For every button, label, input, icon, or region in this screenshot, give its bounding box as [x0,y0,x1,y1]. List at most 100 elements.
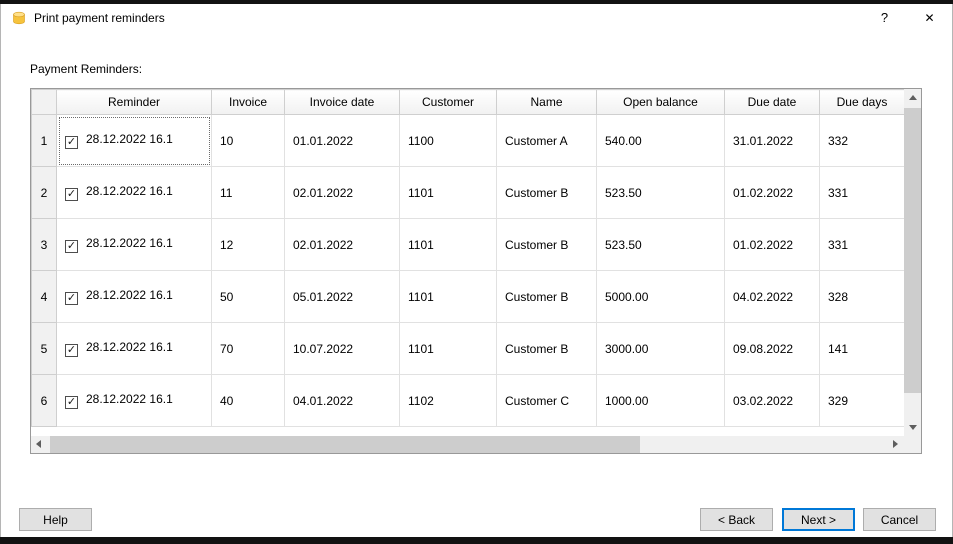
horizontal-scrollbar[interactable] [31,436,904,453]
reminder-checkbox[interactable]: ✓ [65,344,78,357]
cell-due-date[interactable]: 09.08.2022 [724,322,820,375]
cell-name[interactable]: Customer A [496,114,597,167]
cell-reminder[interactable]: ✓ 28.12.2022 16.1 [56,166,212,219]
help-button[interactable]: Help [19,508,92,531]
cell-open-balance[interactable]: 523.50 [596,218,725,271]
column-header-invoice[interactable]: Invoice [211,89,285,115]
cancel-button[interactable]: Cancel [863,508,936,531]
payment-reminders-label: Payment Reminders: [30,62,143,76]
cell-due-date[interactable]: 01.02.2022 [724,218,820,271]
window-bottom-edge [0,537,953,544]
cell-invoice-date[interactable]: 05.01.2022 [284,270,400,323]
scroll-right-button[interactable] [887,436,904,453]
cell-invoice-date[interactable]: 04.01.2022 [284,374,400,427]
reminder-text: 28.12.2022 16.1 [86,132,173,146]
vertical-scrollbar[interactable] [904,89,921,436]
cell-open-balance[interactable]: 1000.00 [596,374,725,427]
row-number[interactable]: 5 [31,322,57,375]
cell-customer[interactable]: 1102 [399,374,497,427]
scroll-left-button[interactable] [31,436,48,453]
cell-customer[interactable]: 1101 [399,218,497,271]
reminder-text: 28.12.2022 16.1 [86,392,173,406]
cell-name[interactable]: Customer C [496,374,597,427]
table-row: 4 ✓ 28.12.2022 16.1 50 05.01.2022 1101 Custome… [31,270,904,323]
cell-invoice[interactable]: 10 [211,114,285,167]
cell-name[interactable]: Customer B [496,166,597,219]
cell-customer[interactable]: 1101 [399,322,497,375]
cell-invoice-date[interactable]: 10.07.2022 [284,322,400,375]
cell-invoice[interactable]: 50 [211,270,285,323]
close-button[interactable]: ✕ [907,4,952,32]
cell-due-days[interactable]: 141 [819,322,904,375]
titlebar[interactable]: Print payment reminders ? ✕ [1,4,952,32]
row-number[interactable]: 3 [31,218,57,271]
cell-due-date[interactable]: 01.02.2022 [724,166,820,219]
horizontal-scroll-thumb[interactable] [50,436,640,453]
column-header-due-date[interactable]: Due date [724,89,820,115]
scroll-up-button[interactable] [904,89,921,106]
cell-invoice[interactable]: 12 [211,218,285,271]
grid-viewport: Reminder Invoice Invoice date Customer Name O… [31,89,904,436]
column-header-customer[interactable]: Customer [399,89,497,115]
cell-due-days[interactable]: 331 [819,218,904,271]
cell-open-balance[interactable]: 540.00 [596,114,725,167]
table-row: 3 ✓ 28.12.2022 16.1 12 02.01.2022 1101 Custome… [31,218,904,271]
reminders-table: Reminder Invoice Invoice date Customer Name O… [31,89,904,427]
scrollbar-corner [904,436,921,453]
cell-customer[interactable]: 1101 [399,270,497,323]
scroll-down-button[interactable] [904,419,921,436]
cell-due-days[interactable]: 331 [819,166,904,219]
cell-reminder[interactable]: ✓ 28.12.2022 16.1 [56,218,212,271]
table-body: 1 ✓ 28.12.2022 16.1 10 01.01.2022 1100 Custome… [31,114,904,427]
cell-due-days[interactable]: 328 [819,270,904,323]
cell-customer[interactable]: 1101 [399,166,497,219]
column-header-open-balance[interactable]: Open balance [596,89,725,115]
cell-invoice[interactable]: 11 [211,166,285,219]
row-number[interactable]: 1 [31,114,57,167]
dialog-window: Print payment reminders ? ✕ Payment Remi… [0,4,953,537]
cell-invoice[interactable]: 40 [211,374,285,427]
cell-open-balance[interactable]: 523.50 [596,166,725,219]
titlebar-help-button[interactable]: ? [862,4,907,32]
cell-reminder[interactable]: ✓ 28.12.2022 16.1 [56,322,212,375]
cell-due-date[interactable]: 31.01.2022 [724,114,820,167]
cell-open-balance[interactable]: 5000.00 [596,270,725,323]
reminder-checkbox[interactable]: ✓ [65,292,78,305]
column-header-name[interactable]: Name [496,89,597,115]
cell-customer[interactable]: 1100 [399,114,497,167]
column-header-reminder[interactable]: Reminder [56,89,212,115]
row-number[interactable]: 2 [31,166,57,219]
cell-due-days[interactable]: 329 [819,374,904,427]
corner-cell [31,89,57,115]
vertical-scroll-thumb[interactable] [904,108,921,393]
next-button[interactable]: Next > [782,508,855,531]
reminder-checkbox[interactable]: ✓ [65,396,78,409]
cell-name[interactable]: Customer B [496,322,597,375]
column-header-due-days[interactable]: Due days [819,89,904,115]
cell-invoice-date[interactable]: 02.01.2022 [284,166,400,219]
cell-reminder[interactable]: ✓ 28.12.2022 16.1 [56,114,212,167]
cell-invoice-date[interactable]: 02.01.2022 [284,218,400,271]
cell-name[interactable]: Customer B [496,270,597,323]
column-header-invoice-date[interactable]: Invoice date [284,89,400,115]
cell-name[interactable]: Customer B [496,218,597,271]
cell-due-days[interactable]: 332 [819,114,904,167]
reminder-checkbox[interactable]: ✓ [65,136,78,149]
cell-reminder[interactable]: ✓ 28.12.2022 16.1 [56,374,212,427]
app-icon [11,10,27,26]
cell-due-date[interactable]: 04.02.2022 [724,270,820,323]
reminders-grid: Reminder Invoice Invoice date Customer Name O… [30,88,922,454]
back-button[interactable]: < Back [700,508,773,531]
cell-reminder[interactable]: ✓ 28.12.2022 16.1 [56,270,212,323]
cell-invoice-date[interactable]: 01.01.2022 [284,114,400,167]
table-row: 5 ✓ 28.12.2022 16.1 70 10.07.2022 1101 Custome… [31,322,904,375]
cell-invoice[interactable]: 70 [211,322,285,375]
reminder-checkbox[interactable]: ✓ [65,188,78,201]
table-row: 1 ✓ 28.12.2022 16.1 10 01.01.2022 1100 Custome… [31,114,904,167]
row-number[interactable]: 4 [31,270,57,323]
cell-open-balance[interactable]: 3000.00 [596,322,725,375]
row-number[interactable]: 6 [31,374,57,427]
window-title: Print payment reminders [34,11,165,25]
reminder-checkbox[interactable]: ✓ [65,240,78,253]
cell-due-date[interactable]: 03.02.2022 [724,374,820,427]
